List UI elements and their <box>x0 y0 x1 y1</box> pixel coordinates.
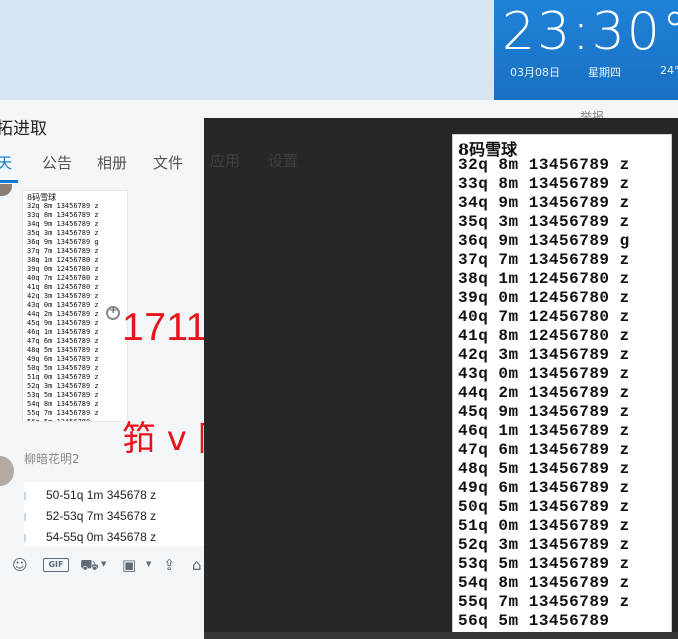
tab-apps[interactable]: 应用 <box>210 150 240 171</box>
chevron-down-icon[interactable]: ▼ <box>101 560 106 568</box>
image-line: 48q 5m 13456789 z <box>458 460 630 478</box>
tab-files[interactable]: 文件 <box>153 152 183 173</box>
group-title: 拓进取 <box>0 119 47 139</box>
thumbnail-line: 46q 1m 13456789 z <box>27 328 99 336</box>
shopping-icon[interactable]: ⛟ <box>80 556 99 574</box>
thumbnail-line: 34q 9m 13456789 z <box>27 220 99 228</box>
tab-settings[interactable]: 设置 <box>268 150 298 171</box>
thumbnail-line: 35q 3m 13456789 z <box>27 229 99 237</box>
clock-weather-widget[interactable]: 23:30° 03月08日 星期四 24° <box>494 0 678 100</box>
enlarged-image[interactable]: 8码雪球 32q 8m 13456789 z 33q 8m 13456789 z3… <box>452 134 672 633</box>
thumbnail-line: 42q 3m 13456789 z <box>27 292 99 300</box>
date-label: 03月08日 <box>510 66 560 79</box>
image-line: 56q 5m 13456789 <box>458 612 610 630</box>
thumbnail-line: 45q 9m 13456789 z <box>27 319 99 327</box>
tab-album[interactable]: 相册 <box>97 152 127 173</box>
thumbnail-line: 33q 8m 13456789 z <box>27 211 99 219</box>
tab-announcement[interactable]: 公告 <box>42 152 72 173</box>
image-line: 46q 1m 13456789 z <box>458 422 630 440</box>
zoom-in-icon[interactable] <box>106 305 120 320</box>
image-line: 43q 0m 13456789 z <box>458 365 630 383</box>
thumbnail-line: 41q 8m 12456780 z <box>27 283 99 291</box>
viewer-toolbar[interactable] <box>204 632 678 639</box>
image-line: 53q 5m 13456789 z <box>458 555 630 573</box>
image-line: 41q 8m 12456780 z <box>458 327 630 345</box>
thumbnail-line: 52q 3m 13456789 z <box>27 382 99 390</box>
image-line: 42q 3m 13456789 z <box>458 346 630 364</box>
image-line: 35q 3m 13456789 z <box>458 213 630 231</box>
image-line: 39q 0m 12456780 z <box>458 289 630 307</box>
thumbnail-line: 51q 0m 13456789 z <box>27 373 99 381</box>
thumbnail-line: 53q 5m 13456789 z <box>27 391 99 399</box>
avatar[interactable] <box>0 184 12 196</box>
active-tab-indicator <box>0 180 18 183</box>
weekday-label: 星期四 <box>588 66 621 79</box>
image-line: 34q 9m 13456789 z <box>458 194 630 212</box>
thumbnail-line: 54q 8m 13456789 z <box>27 400 99 408</box>
thumbnail-line: 38q 1m 12456780 z <box>27 256 99 264</box>
tab-chat[interactable]: 天 <box>0 152 12 173</box>
image-line: 38q 1m 12456780 z <box>458 270 630 288</box>
image-icon[interactable]: ▣ <box>122 556 136 574</box>
upload-icon[interactable]: ⇪ <box>163 556 176 574</box>
image-line: 47q 6m 13456789 z <box>458 441 630 459</box>
image-line: 51q 0m 13456789 z <box>458 517 630 535</box>
gift-icon[interactable]: ⌂ <box>192 556 202 574</box>
clock-display: 23:30° <box>502 2 678 62</box>
quote-marker <box>24 534 26 542</box>
image-line: 36q 9m 13456789 g <box>458 232 630 250</box>
image-line: 55q 7m 13456789 z <box>458 593 630 611</box>
thumbnail-line: 49q 6m 13456789 z <box>27 355 99 363</box>
image-line: 49q 6m 13456789 z <box>458 479 630 497</box>
thumbnail-line: 36q 9m 13456789 g <box>27 238 99 246</box>
thumbnail-line: 48q 5m 13456789 z <box>27 346 99 354</box>
emoji-icon[interactable]: ☺ <box>12 556 28 574</box>
gif-icon[interactable]: GIF <box>43 558 69 572</box>
quote-marker <box>24 492 26 500</box>
quote-marker <box>24 513 26 521</box>
image-line: 40q 7m 12456780 z <box>458 308 630 326</box>
sender-name: 柳暗花明2 <box>24 452 80 466</box>
image-line: 54q 8m 13456789 z <box>458 574 630 592</box>
thumbnail-line: 37q 7m 13456789 z <box>27 247 99 255</box>
thumbnail-title: 8码雪球 <box>27 193 57 202</box>
thumbnail-line: 32q 8m 13456789 z <box>27 202 99 210</box>
image-line: 52q 3m 13456789 z <box>458 536 630 554</box>
thumbnail-line: 56q 5m 13456789 <box>27 418 91 422</box>
thumbnail-line: 55q 7m 13456789 z <box>27 409 99 417</box>
thumbnail-line: 50q 5m 13456789 z <box>27 364 99 372</box>
image-line: 50q 5m 13456789 z <box>458 498 630 516</box>
temperature-label: 24° <box>660 64 678 77</box>
image-line: 44q 2m 13456789 z <box>458 384 630 402</box>
thumbnail-line: 47q 6m 13456789 z <box>27 337 99 345</box>
chevron-down-icon[interactable]: ▼ <box>146 560 151 568</box>
thumbnail-line: 40q 7m 12456780 z <box>27 274 99 282</box>
image-line: 33q 8m 13456789 z <box>458 175 630 193</box>
image-line: 32q 8m 13456789 z <box>458 156 630 174</box>
thumbnail-line: 39q 0m 12456780 z <box>27 265 99 273</box>
image-line: 45q 9m 13456789 z <box>458 403 630 421</box>
image-line: 37q 7m 13456789 z <box>458 251 630 269</box>
